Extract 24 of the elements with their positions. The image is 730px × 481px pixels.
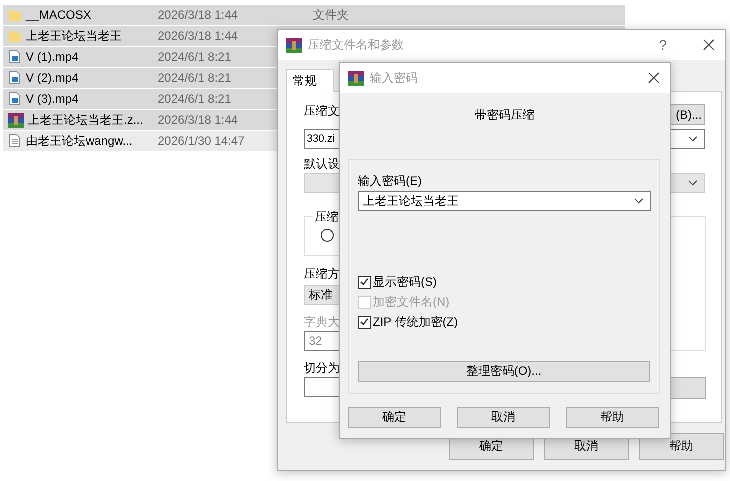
field-label: 压缩文 [304,104,340,118]
file-date: 2026/3/18 1:44 [158,8,238,22]
file-name: 由老王论坛wangw... [26,132,133,150]
file-name: __MACOSX [26,8,92,22]
file-name: V (1).mp4 [26,50,79,64]
dialog-heading: 带密码压缩 [474,107,536,123]
field-label: 默认设 [304,157,340,171]
file-name: 上老王论坛当老王 [26,28,122,44]
file-name: V (3).mp4 [26,92,79,106]
file-type: 文件夹 [313,6,349,24]
file-name: 上老王论坛当老王.z... [28,112,144,128]
window-title: 压缩文件名和参数 [308,36,405,54]
window-title: 输入密码 [370,70,419,86]
field-label: 字典大 [304,315,340,329]
field-label: 压缩方 [304,267,340,281]
file-date: 2024/6/1 8:21 [158,71,232,85]
file-date: 2026/3/18 1:44 [158,29,238,43]
field-label: 切分为 [304,361,340,375]
file-date: 2026/1/30 14:47 [158,134,245,148]
file-date: 2024/6/1 8:21 [158,92,232,106]
file-name: V (2).mp4 [26,71,79,85]
file-date: 2026/3/18 1:44 [158,113,238,127]
file-date: 2024/6/1 8:21 [158,50,232,64]
field-label: 输入密码(E) [358,174,422,188]
